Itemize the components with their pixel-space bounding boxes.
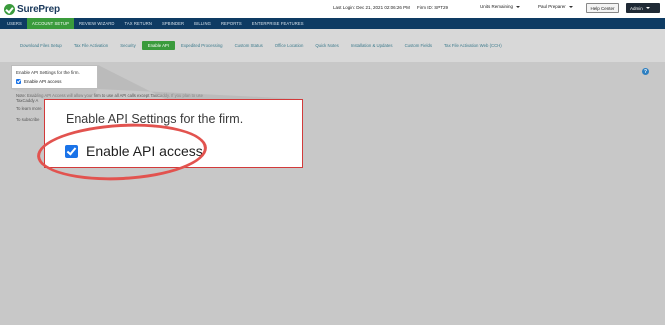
api-settings-panel: Enable API Settings for the firm. Enable… — [11, 65, 98, 89]
logo-check-icon — [4, 3, 15, 15]
units-remaining-label: Units Remaining — [480, 4, 514, 9]
tab-security[interactable]: Security — [114, 41, 142, 50]
api-note-line-2: TaxCaddy A — [16, 98, 39, 103]
tab-quick-notes[interactable]: Quick Notes — [309, 41, 344, 50]
question-icon[interactable]: ? — [642, 68, 649, 75]
tab-custom-status[interactable]: Custom Status — [229, 41, 269, 50]
chevron-down-icon — [516, 6, 521, 8]
nav-tax-return[interactable]: TAX RETURN — [120, 18, 157, 29]
firm-id-value: SPT29 — [434, 5, 449, 10]
enable-api-checkbox-row[interactable]: Enable API access — [16, 79, 62, 84]
last-login-label: Last Login: — [333, 5, 356, 10]
admin-dropdown[interactable]: Admin — [626, 3, 660, 13]
nav-spbinder[interactable]: SPBINDER — [157, 18, 189, 29]
nav-reports[interactable]: REPORTS — [216, 18, 247, 29]
tab-enable-api[interactable]: Enable API — [141, 41, 175, 50]
tab-office-location[interactable]: Office Location — [269, 41, 310, 50]
nav-billing[interactable]: BILLING — [189, 18, 216, 29]
api-note-line-4: To subscribe — [16, 117, 40, 122]
chevron-down-icon — [645, 7, 650, 9]
tab-tax-file-activation[interactable]: Tax File Activation — [68, 41, 114, 50]
enable-api-checkbox[interactable] — [16, 79, 21, 84]
enable-api-label: Enable API access — [24, 79, 62, 84]
api-note-line-1: Note: Enabling API Access will allow you… — [16, 93, 203, 98]
firm-id-label: Firm ID: — [417, 5, 433, 10]
nav-account-setup[interactable]: ACCOUNT SETUP — [26, 18, 74, 29]
units-remaining-dropdown[interactable]: Units Remaining — [480, 4, 521, 9]
last-login: Last Login: Dec 21, 2021 02:06:26 PM — [333, 5, 410, 10]
nav-enterprise-features[interactable]: ENTERPRISE FEATURES — [247, 18, 309, 29]
user-menu-dropdown[interactable]: Paul Preparer — [538, 4, 573, 9]
page: SurePrep Last Login: Dec 21, 2021 02:06:… — [0, 0, 665, 325]
sureprep-logo[interactable]: SurePrep — [4, 2, 60, 16]
help-center-button[interactable]: Help Center — [586, 3, 619, 13]
tab-tax-file-activation-web-cch[interactable]: Tax File Activation Web (CCH) — [438, 41, 508, 50]
chevron-down-icon — [568, 6, 573, 8]
firm-id: Firm ID: SPT29 — [417, 5, 448, 10]
tab-expedited-processing[interactable]: Expedited Processing — [175, 41, 229, 50]
nav-review-wizard[interactable]: REVIEW WIZARD — [74, 18, 120, 29]
admin-label: Admin — [630, 5, 643, 11]
tab-custom-fields[interactable]: Custom Fields — [399, 41, 438, 50]
top-header: SurePrep Last Login: Dec 21, 2021 02:06:… — [0, 0, 665, 18]
last-login-value: Dec 21, 2021 02:06:26 PM — [356, 5, 410, 10]
logo-text: SurePrep — [17, 3, 60, 15]
tab-download-files-setup[interactable]: Download Files Setup — [14, 41, 68, 50]
main-nav: USERS ACCOUNT SETUP REVIEW WIZARD TAX RE… — [0, 18, 665, 29]
api-settings-title: Enable API Settings for the firm. — [16, 70, 80, 75]
tab-installation-updates[interactable]: Installation & Updates — [345, 41, 399, 50]
sub-nav: Download Files Setup Tax File Activation… — [0, 29, 665, 62]
user-name-label: Paul Preparer — [538, 4, 566, 9]
nav-users[interactable]: USERS — [2, 18, 27, 29]
api-note-line-3: To learn more — [16, 106, 42, 111]
sub-nav-tabs: Download Files Setup Tax File Activation… — [14, 41, 508, 50]
